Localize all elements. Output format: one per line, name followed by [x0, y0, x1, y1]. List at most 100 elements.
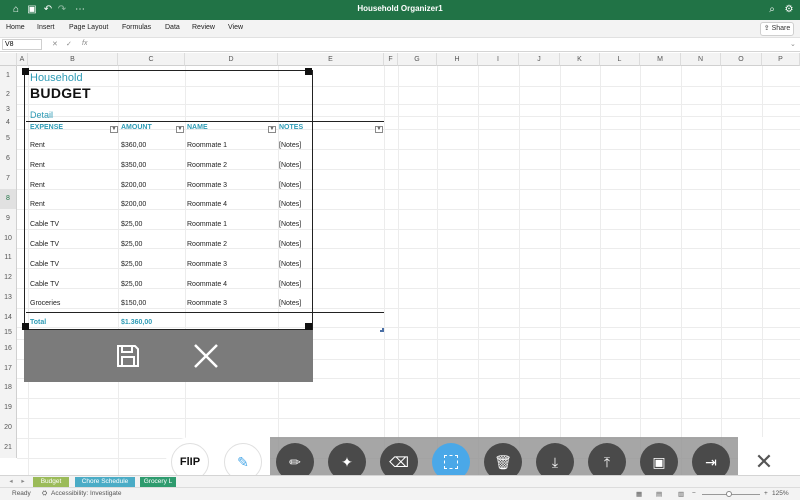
row-header-5[interactable]: 5	[0, 129, 17, 149]
row-header-11[interactable]: 11	[0, 248, 17, 268]
page-layout-view-icon[interactable]: ▤	[656, 490, 662, 498]
app-window: ⌂ ▣ ↶ ↷ ⋯ Household Organizer1 ⌕ ⚙ Home …	[0, 0, 800, 500]
row-header-15[interactable]: 15	[0, 327, 17, 339]
zoom-out-icon[interactable]: −	[692, 490, 696, 497]
expand-formula-icon[interactable]: ⌄	[790, 40, 796, 48]
page-break-view-icon[interactable]: ▥	[678, 490, 684, 498]
normal-view-icon[interactable]: ▦	[636, 490, 642, 498]
flip-label: FlIP	[179, 456, 201, 468]
close-toolbar-icon[interactable]: ✕	[752, 450, 776, 474]
gridline-horizontal	[17, 398, 800, 399]
row-header-18[interactable]: 18	[0, 378, 17, 398]
settings-icon[interactable]: ⚙	[783, 4, 795, 16]
selection-icon	[444, 455, 458, 469]
column-header-i[interactable]: I	[478, 53, 519, 66]
share-icon: ⇪	[763, 25, 772, 32]
row-header-10[interactable]: 10	[0, 229, 17, 248]
column-header-b[interactable]: B	[28, 53, 118, 66]
window-title: Household Organizer1	[357, 4, 443, 13]
accessibility-status[interactable]: Accessibility: Investigate	[51, 490, 121, 497]
exit-icon: ⇥	[705, 453, 717, 470]
tab-chore-schedule[interactable]: Chore Schedule	[75, 477, 135, 487]
column-header-d[interactable]: D	[185, 53, 278, 66]
confirm-icon[interactable]: ✓	[66, 40, 72, 48]
column-header-m[interactable]: M	[640, 53, 681, 66]
tab-grocery-list[interactable]: Grocery L	[140, 477, 176, 487]
tab-home[interactable]: Home	[6, 24, 25, 31]
magic-wand-icon: ✦	[341, 453, 353, 470]
column-header-j[interactable]: J	[519, 53, 560, 66]
zoom-in-icon[interactable]: +	[764, 490, 768, 497]
ribbon-tabs: Home Insert Page Layout Formulas Data Re…	[0, 20, 800, 38]
tab-page-layout[interactable]: Page Layout	[69, 24, 108, 31]
row-header-20[interactable]: 20	[0, 418, 17, 438]
title-bar: ⌂ ▣ ↶ ↷ ⋯ Household Organizer1 ⌕ ⚙	[0, 0, 800, 20]
row-header-19[interactable]: 19	[0, 398, 17, 418]
capture-selection-frame[interactable]	[24, 70, 313, 330]
zoom-slider-thumb[interactable]	[726, 491, 732, 497]
column-header-c[interactable]: C	[118, 53, 185, 66]
handle-top-right[interactable]	[305, 68, 312, 75]
column-header-h[interactable]: H	[437, 53, 478, 66]
row-header-1[interactable]: 1	[0, 66, 17, 86]
row-header-6[interactable]: 6	[0, 149, 17, 169]
function-icon[interactable]: fx	[82, 40, 87, 47]
save-capture-icon[interactable]	[114, 342, 142, 370]
column-header-g[interactable]: G	[398, 53, 437, 66]
cancel-capture-icon[interactable]	[192, 342, 220, 370]
eraser-icon: ⌫	[389, 453, 409, 470]
status-bar: Ready ⛭ Accessibility: Investigate ▦ ▤ ▥…	[0, 487, 800, 500]
column-header-n[interactable]: N	[681, 53, 721, 66]
trash-icon: 🗑	[494, 453, 512, 470]
tab-data[interactable]: Data	[165, 24, 180, 31]
cancel-icon[interactable]: ✕	[52, 40, 58, 48]
row-header-21[interactable]: 21	[0, 438, 17, 458]
row-header-16[interactable]: 16	[0, 339, 17, 359]
share-button[interactable]: ⇪ Share	[760, 22, 794, 36]
status-ready: Ready	[12, 490, 31, 497]
row-header-14[interactable]: 14	[0, 308, 17, 327]
sheet-tabs-bar: ◂ ▸ Budget Chore Schedule Grocery L	[0, 475, 800, 487]
tab-insert[interactable]: Insert	[37, 24, 55, 31]
tab-formulas[interactable]: Formulas	[122, 24, 151, 31]
row-header-8[interactable]: 8	[0, 189, 17, 209]
table-resize-handle[interactable]	[380, 328, 384, 332]
highlighter-icon: ✎	[237, 453, 249, 470]
column-header-l[interactable]: L	[600, 53, 640, 66]
row-header-3[interactable]: 3	[0, 104, 17, 116]
handle-top-left[interactable]	[22, 68, 29, 75]
handle-bottom-right[interactable]	[305, 323, 312, 330]
column-header-a[interactable]: A	[17, 53, 28, 66]
select-all-corner[interactable]	[0, 53, 17, 66]
column-header-o[interactable]: O	[721, 53, 762, 66]
next-sheet-icon[interactable]: ▸	[18, 477, 28, 487]
column-header-k[interactable]: K	[560, 53, 600, 66]
download-icon: ⤓	[551, 453, 559, 470]
column-header-f[interactable]: F	[384, 53, 398, 66]
share-label: Share	[771, 25, 791, 32]
row-header-2[interactable]: 2	[0, 86, 17, 104]
row-header-9[interactable]: 9	[0, 209, 17, 229]
row-header-17[interactable]: 17	[0, 359, 17, 378]
gridline-horizontal	[17, 418, 800, 419]
upload-icon: ⤒	[603, 453, 611, 470]
row-header-4[interactable]: 4	[0, 116, 17, 129]
tab-review[interactable]: Review	[192, 24, 215, 31]
row-header-7[interactable]: 7	[0, 169, 17, 189]
accessibility-icon[interactable]: ⛭	[42, 490, 47, 498]
name-box[interactable]: V8	[2, 39, 42, 50]
row-header-12[interactable]: 12	[0, 268, 17, 288]
formula-bar: V8 ✕ ✓ fx ⌄	[0, 38, 800, 52]
column-header-p[interactable]: P	[762, 53, 800, 66]
search-icon[interactable]: ⌕	[766, 4, 778, 16]
tab-view[interactable]: View	[228, 24, 243, 31]
handle-bottom-left[interactable]	[22, 323, 29, 330]
zoom-level[interactable]: 125%	[772, 490, 789, 497]
pen-icon: ✏	[289, 453, 301, 470]
tab-budget[interactable]: Budget	[33, 477, 69, 487]
column-header-e[interactable]: E	[278, 53, 384, 66]
prev-sheet-icon[interactable]: ◂	[6, 477, 16, 487]
filter-notes-icon[interactable]: ▼	[375, 126, 383, 133]
floppy-icon: ▣	[652, 453, 666, 470]
row-header-13[interactable]: 13	[0, 288, 17, 308]
